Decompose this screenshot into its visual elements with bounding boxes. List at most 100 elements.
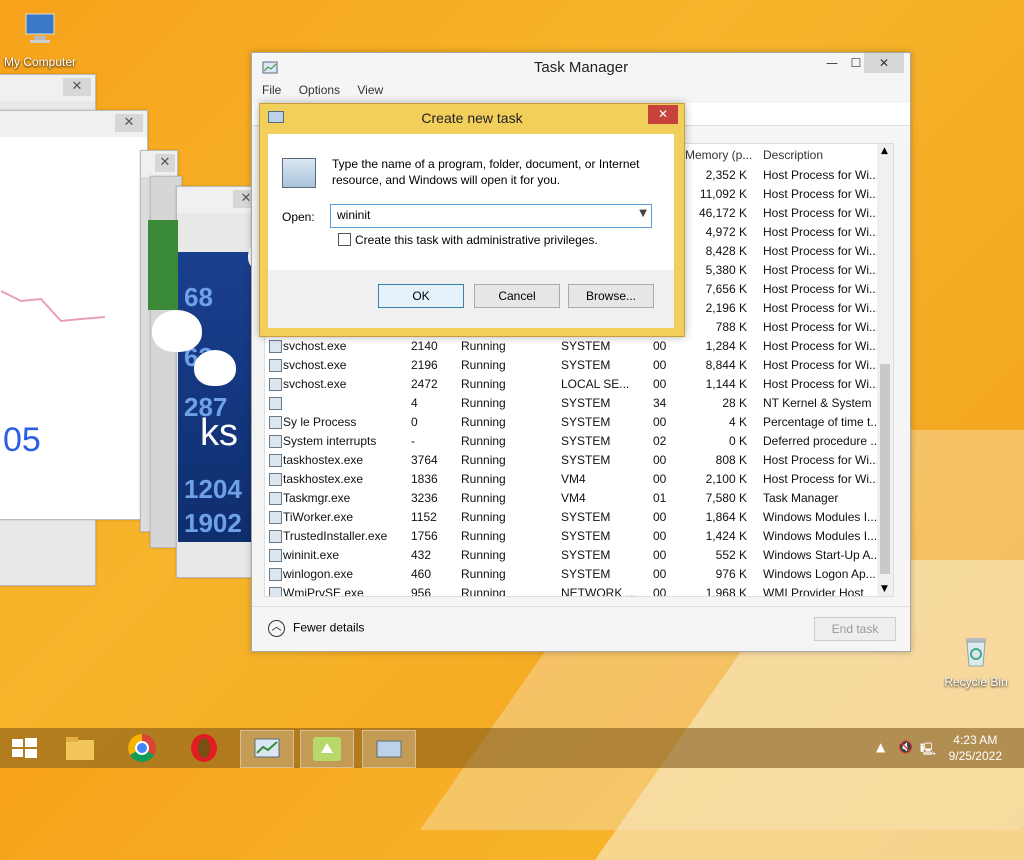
create-new-task-dialog[interactable]: Create new task ✕ Type the name of a pro… [259, 103, 685, 337]
chrome-taskbar-button[interactable] [116, 730, 168, 766]
graph-window[interactable]: ✕ 05 [0, 110, 148, 520]
open-label: Open: [282, 210, 315, 224]
run-icon [376, 740, 402, 758]
menu-options[interactable]: Options [299, 83, 340, 97]
cell-user: SYSTEM [561, 415, 611, 429]
cell-description: Host Process for Wi... [763, 320, 880, 334]
title-bar[interactable]: Task Manager — ☐ ✕ [252, 53, 910, 83]
cell-name: TiWorker.exe [283, 510, 354, 524]
cell-memory: 11,092 K [699, 187, 747, 201]
goose-taskbar-button[interactable] [300, 730, 354, 768]
end-task-button[interactable]: End task [814, 617, 896, 641]
cell-desc: Host Process for Wi... [763, 377, 880, 391]
clock-time: 4:23 AM [953, 733, 998, 747]
cell-user: SYSTEM [561, 396, 611, 410]
my-computer-desktop-icon[interactable]: My Computer [0, 10, 80, 69]
cancel-button[interactable]: Cancel [474, 284, 560, 308]
open-combobox[interactable]: wininit ▼ [330, 204, 652, 228]
menu-view[interactable]: View [357, 83, 383, 97]
recycle-bin-desktop-icon[interactable]: Recycle Bin [936, 630, 1016, 689]
admin-privileges-checkbox[interactable]: Create this task with administrative pri… [338, 233, 598, 247]
footer: ︿ Fewer details End task [252, 606, 910, 651]
table-row[interactable]: TrustedInstaller.exe 1756 Running SYSTEM 00 1… [265, 527, 877, 546]
table-row[interactable]: wininit.exe 432 Running SYSTEM 00 552 K Window… [265, 546, 880, 565]
cell-name: Sy le Process [283, 415, 357, 429]
open-input-value[interactable]: wininit [337, 208, 370, 222]
table-row[interactable]: taskhostex.exe 3764 Running SYSTEM 00 808 K Ho… [265, 451, 879, 470]
cell-description: Host Process for Wi... [763, 301, 880, 315]
table-row[interactable]: svchost.exe 2140 Running SYSTEM 00 1,284 K Hos… [265, 337, 879, 356]
table-row[interactable]: Taskmgr.exe 3236 Running VM4 01 7,580 K Task M… [265, 489, 877, 508]
cell-name: taskhostex.exe [283, 472, 364, 486]
table-row[interactable]: TiWorker.exe 1152 Running SYSTEM 00 1,864 K Wi… [265, 508, 877, 527]
cell-user: SYSTEM [561, 339, 611, 353]
vertical-scrollbar[interactable]: ▲ ▼ [877, 144, 893, 596]
cell-name: winlogon.exe [283, 567, 354, 581]
close-icon[interactable]: ✕ [63, 78, 91, 96]
task-manager-taskbar-button[interactable] [240, 730, 294, 768]
cell-name: taskhostex.exe [283, 453, 364, 467]
goose-sprite [152, 310, 202, 352]
show-hidden-icons-chevron-icon[interactable]: ▲ [876, 740, 885, 754]
process-icon [269, 587, 282, 596]
image-number: 68 [184, 282, 213, 312]
cell-desc: Host Process for Wi... [763, 453, 880, 467]
scrollbar-thumb[interactable] [880, 364, 890, 574]
opera-taskbar-button[interactable] [178, 730, 230, 766]
file-explorer-taskbar-button[interactable] [54, 730, 106, 766]
cell-pid: 2472 [411, 377, 438, 391]
chevron-down-icon[interactable]: ▼ [639, 208, 647, 219]
cell-pid: 0 [411, 415, 418, 429]
fewer-details-button[interactable]: ︿ Fewer details [268, 620, 364, 637]
cell-name: System interrupts [283, 434, 377, 448]
scroll-up-icon[interactable]: ▲ [881, 146, 888, 156]
process-icon [269, 473, 282, 486]
network-icon[interactable]: 🖳 [920, 740, 936, 761]
table-row[interactable]: System interrupts - Running SYSTEM 02 0 K Defe… [265, 432, 880, 451]
column-header-description[interactable]: Description [763, 148, 823, 162]
checkbox-box[interactable] [338, 233, 351, 246]
browse-button[interactable]: Browse... [568, 284, 654, 308]
ok-button[interactable]: OK [378, 284, 464, 308]
cell-name: svchost.exe [283, 339, 347, 353]
table-row[interactable]: taskhostex.exe 1836 Running VM4 00 2,100 K Hos… [265, 470, 879, 489]
cell-mem: 7,580 K [705, 491, 747, 505]
scroll-down-icon[interactable]: ▼ [881, 584, 888, 594]
dialog-button-bar: OK Cancel Browse... [268, 270, 674, 328]
folder-icon [66, 737, 94, 760]
cell-pid: 1836 [411, 472, 438, 486]
dialog-description: Type the name of a program, folder, docu… [332, 157, 640, 187]
cell-cpu: 00 [653, 358, 667, 372]
dialog-close-button[interactable]: ✕ [648, 105, 678, 124]
volume-muted-icon[interactable]: 🔇 [898, 740, 913, 754]
cell-memory: 5,380 K [705, 263, 747, 277]
table-row[interactable]: 4 Running SYSTEM 34 28 K NT Kernel & System [265, 394, 877, 413]
chevron-up-icon: ︿ [268, 620, 285, 637]
process-icon [269, 378, 282, 391]
table-row[interactable]: winlogon.exe 460 Running SYSTEM 00 976 K Windo… [265, 565, 877, 584]
table-row[interactable]: svchost.exe 2472 Running LOCAL SE... 00 1,144… [265, 375, 879, 394]
menu-file[interactable]: File [262, 83, 281, 97]
stock-image: 68 63 287 ks 1204 1902 [178, 252, 261, 542]
close-button[interactable]: ✕ [864, 53, 904, 73]
cell-pid: - [411, 434, 415, 448]
close-icon[interactable]: ✕ [155, 154, 175, 172]
table-row[interactable]: WmiPrvSE.exe 956 Running NETWORK ... 00 1,968… [265, 584, 877, 596]
cell-desc: Host Process for Wi... [763, 339, 880, 353]
column-header-memory[interactable]: Memory (p... [685, 148, 752, 162]
close-icon[interactable]: ✕ [115, 114, 143, 132]
cell-mem: 808 K [715, 453, 747, 467]
table-row[interactable]: svchost.exe 2196 Running SYSTEM 00 8,844 K Hos… [265, 356, 879, 375]
cell-memory: 788 K [715, 320, 747, 334]
table-row[interactable]: Sy le Process 0 Running SYSTEM 00 4 K Percenta… [265, 413, 880, 432]
process-icon [269, 359, 282, 372]
run-dialog-taskbar-button[interactable] [362, 730, 416, 768]
chrome-icon [128, 734, 156, 762]
cell-user: SYSTEM [561, 567, 611, 581]
window-title: Task Manager [533, 59, 629, 76]
start-button[interactable] [0, 730, 48, 766]
cell-cpu: 00 [653, 567, 667, 581]
clock[interactable]: 4:23 AM 9/25/2022 [949, 732, 1002, 764]
taskbar: ▲ 🔇 🖳 4:23 AM 9/25/2022 [0, 728, 1024, 768]
cell-pid: 1152 [411, 510, 437, 524]
